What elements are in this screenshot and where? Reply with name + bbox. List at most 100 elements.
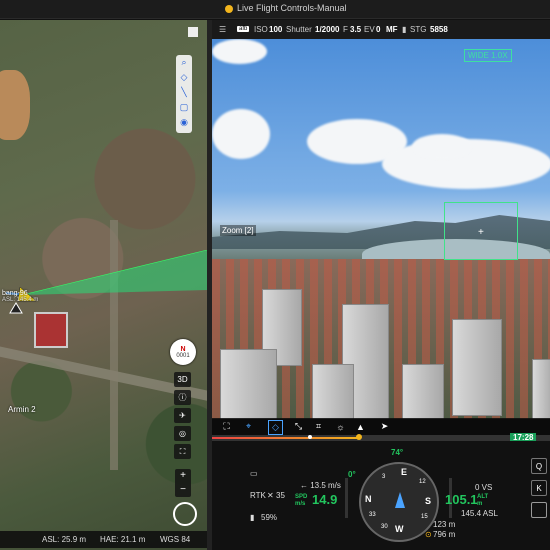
timeline-progress <box>212 437 360 439</box>
menu-icon[interactable]: ☰ <box>219 25 226 34</box>
footer-asl: ASL: 25.9 m <box>42 535 87 544</box>
zoom-out-icon[interactable]: − <box>175 483 191 497</box>
compass-north-label: N <box>365 494 372 504</box>
compass-east: E <box>401 467 408 477</box>
lens-mode-badge[interactable]: WIDE 1.0X <box>464 49 512 62</box>
building <box>220 349 277 419</box>
map-compass[interactable]: N 0001 <box>170 339 196 365</box>
building <box>312 364 354 419</box>
frame-icon[interactable]: ⛶ <box>174 444 191 459</box>
window-title: Live Flight Controls-Manual <box>237 3 347 13</box>
aircraft-heading-icon <box>395 492 405 508</box>
compass-north: N <box>180 345 186 353</box>
drone-label: bang-96 ASL: 145.4 m <box>2 290 38 303</box>
satellite-icon: ✕ <box>267 491 274 500</box>
target-icon[interactable]: ◉ <box>176 115 192 130</box>
timeline-knob[interactable] <box>356 434 362 440</box>
f-label: F <box>343 25 348 34</box>
fullscreen-icon[interactable]: ⛶ <box>220 420 233 433</box>
camera-control-bar: ⛶ ⌖ ◇ ⤡ ⌗ ☼ ▲ ➤ <box>212 418 550 435</box>
map-zoom-control: + − <box>175 469 191 497</box>
compass-south: S <box>425 496 432 506</box>
zoom-in-icon[interactable]: + <box>175 469 191 483</box>
map-footer: ASL: 25.9 m HAE: 21.1 m WGS 84 <box>0 531 207 548</box>
drone-name: bang-96 <box>2 290 28 297</box>
altitude-label: ALT m <box>477 494 489 507</box>
focus-mode[interactable]: MF <box>386 25 398 34</box>
cloud <box>212 39 267 64</box>
iso-value[interactable]: 100 <box>269 25 282 34</box>
compass-tick-30: 30 <box>381 524 388 530</box>
navigation-icon[interactable]: ➤ <box>378 420 391 433</box>
line-tool-icon[interactable]: ╲ <box>176 85 192 100</box>
ev-value[interactable]: 0 <box>376 25 380 34</box>
home-icon: ⊙ <box>425 530 432 539</box>
shutter-label: Shutter <box>286 25 312 34</box>
altitude-value: 105.1 <box>445 492 478 507</box>
map-tennis-court <box>34 312 68 348</box>
area-tool-icon[interactable]: ▢ <box>176 100 192 115</box>
waypoint-icon[interactable]: ◇ <box>176 70 192 85</box>
storage-value: 5858 <box>430 25 448 34</box>
building <box>532 359 550 419</box>
focus-frame-icon[interactable]: ⌗ <box>312 420 325 433</box>
cloud <box>412 134 472 159</box>
heading-value: 74° <box>391 448 404 457</box>
crosshair-icon: + <box>478 227 484 238</box>
vertical-speed: 0 VS <box>475 483 493 492</box>
compass-tick-12: 12 <box>419 479 426 485</box>
speed-label: SPD m/s <box>295 494 308 507</box>
compass-value: 0001 <box>176 352 190 359</box>
gimbal-icon[interactable]: ◇ <box>268 420 283 435</box>
asl-value: 145.4 ASL <box>461 509 498 518</box>
info-icon[interactable]: ⓘ <box>174 390 191 405</box>
compass-tick-15: 15 <box>421 514 428 520</box>
tracking-box[interactable]: + <box>444 202 518 260</box>
map-pin-icon[interactable]: ⌖ <box>242 420 255 433</box>
compass-tick-33: 33 <box>369 512 376 518</box>
distance-value: 123 m <box>433 520 456 529</box>
map-toolbar: ⌕ ◇ ╲ ▢ ◉ <box>176 55 192 133</box>
footer-datum: WGS 84 <box>160 535 191 544</box>
map-water <box>0 70 30 140</box>
shutter-value[interactable]: 1/2000 <box>315 25 339 34</box>
building <box>402 364 444 419</box>
expand-icon[interactable]: ⤡ <box>292 420 305 433</box>
map-expand-icon[interactable] <box>188 27 198 37</box>
plane-icon[interactable]: ✈ <box>174 408 191 423</box>
storage-icon: ▮ <box>402 25 407 34</box>
camera-mode-icon[interactable]: ▲ <box>354 420 367 433</box>
status-dot <box>225 5 233 13</box>
compass-tick-3: 3 <box>382 474 386 480</box>
zoom-label: Zoom [2] <box>220 225 256 236</box>
compass-west: W <box>395 524 404 534</box>
f-value[interactable]: 3.5 <box>350 25 361 34</box>
pitch-bar <box>345 478 348 518</box>
satellite-count: 35 <box>276 491 285 500</box>
storage-label: STG <box>410 25 427 34</box>
map-buttons: 3D ⓘ ✈ ◎ ⛶ <box>174 372 192 462</box>
ev-label: EV <box>364 25 375 34</box>
auto-badge: afb <box>237 26 250 32</box>
footer-hae: HAE: 21.1 m <box>100 535 146 544</box>
locate-icon[interactable]: ◎ <box>174 426 191 441</box>
camera-settings-bar: ☰ afb ISO 100 Shutter 1/2000 F 3.5 EV 0 … <box>212 20 550 39</box>
home-distance: 796 m <box>433 530 456 539</box>
home-label: Armin 2 <box>8 405 36 414</box>
building <box>452 319 502 416</box>
screen-icon: ▭ <box>250 469 258 478</box>
iso-label: ISO <box>254 25 268 34</box>
3d-button[interactable]: 3D <box>174 372 191 387</box>
brightness-icon[interactable]: ☼ <box>334 420 347 433</box>
map-record-button[interactable] <box>173 502 197 526</box>
q-button[interactable]: Q <box>531 458 547 474</box>
search-icon[interactable]: ⌕ <box>176 55 192 70</box>
title-bar: Live Flight Controls-Manual <box>0 0 550 19</box>
battery-icon: ▮ <box>250 513 255 522</box>
k-button[interactable]: K <box>531 480 547 496</box>
extra-button[interactable] <box>531 502 547 518</box>
battery-level: 59% <box>261 513 278 522</box>
horizontal-speed: ← 13.5 m/s <box>300 481 341 490</box>
drone-asl: ASL: 145.4 m <box>2 297 39 303</box>
side-buttons: Q K <box>531 458 547 524</box>
